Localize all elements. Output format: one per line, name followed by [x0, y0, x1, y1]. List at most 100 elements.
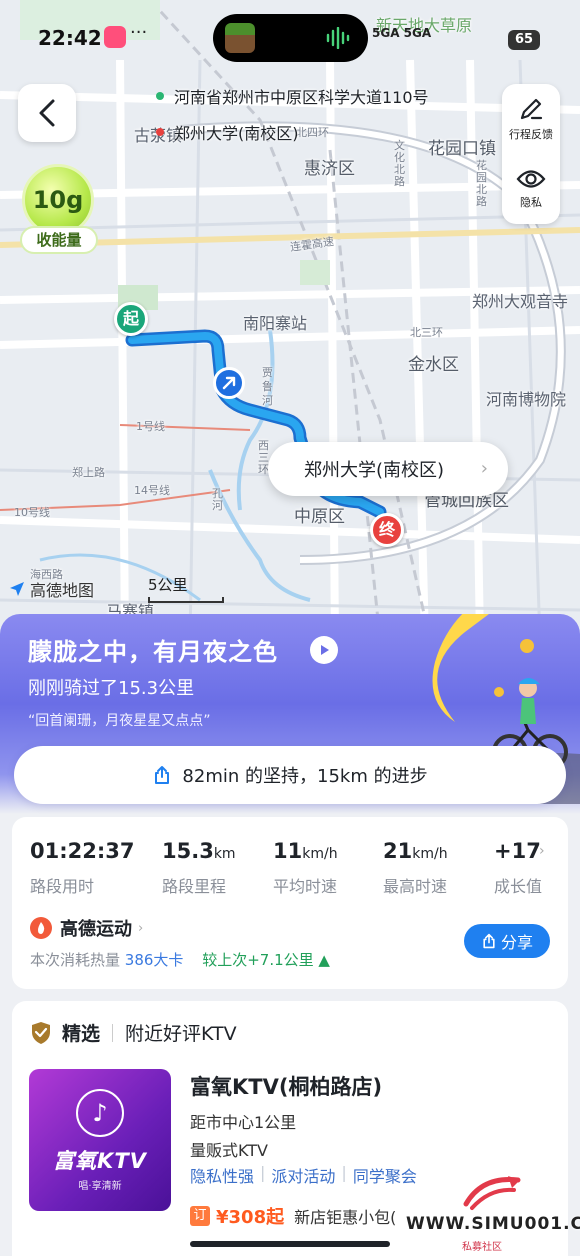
divider: |: [260, 1163, 266, 1182]
ktv-section-header: 精选 附近好评KTV: [30, 1019, 237, 1046]
map-scale: 5公里: [148, 574, 224, 603]
privacy-button[interactable]: 隐私: [502, 154, 560, 224]
start-dot-icon: [156, 92, 164, 100]
map-label: 10号线: [14, 506, 50, 519]
ktv-distance: 距市中心1公里: [190, 1113, 297, 1132]
stat-label: 平均时速: [273, 877, 338, 896]
trip-feedback-button[interactable]: 行程反馈: [502, 84, 560, 154]
chevron-right-icon[interactable]: ›: [539, 843, 545, 859]
gaode-sport-title: 高德运动: [60, 919, 132, 940]
route-summary: 河南省郑州市中原区科学大道110号 郑州大学(南校区): [150, 84, 480, 156]
stat-value: 21: [383, 839, 413, 863]
flame-icon: [30, 917, 52, 939]
navigation-arrow-icon: [10, 582, 24, 596]
eye-icon: [516, 170, 546, 188]
ktv-price: ¥308起: [216, 1207, 285, 1228]
stat-value: +17: [494, 839, 541, 863]
collect-energy-label: 收能量: [20, 226, 98, 254]
ktv-thumbnail[interactable]: ♪ 富氧KTV 唱·享清新: [29, 1069, 171, 1211]
network-indicator: 5GA 5GA: [372, 26, 432, 40]
section-title: 附近好评KTV: [125, 1023, 237, 1045]
edit-icon: [520, 98, 543, 120]
route-start-row: 河南省郑州市中原区科学大道110号: [150, 84, 480, 108]
share-icon: [155, 766, 170, 784]
watermark-sub: 私募社区: [462, 1242, 502, 1253]
map-view[interactable]: 新天地大草原 古荥镇 北四环 花园口镇 惠济区 文化北路 花园北路 连霍高速 南…: [0, 0, 580, 640]
map-label: 中原区: [294, 507, 345, 527]
ktv-type: 量贩式KTV: [190, 1141, 268, 1160]
destination-name: 郑州大学(南校区): [304, 460, 445, 481]
map-label: 花园北路: [476, 159, 487, 208]
calorie-prefix: 本次消耗热量: [30, 951, 121, 969]
map-logo: 高德地图: [8, 577, 94, 601]
route-end-row: 郑州大学(南校区): [150, 120, 480, 144]
music-note-icon: ♪: [76, 1088, 124, 1137]
stat-label: 成长值: [494, 877, 543, 896]
map-label: 北三环: [410, 326, 443, 339]
stat-duration: 01:22:37 路段用时: [30, 839, 134, 897]
map-scale-label: 5公里: [148, 576, 188, 594]
map-scale-bar: [148, 597, 224, 603]
ktv-deal-desc: 新店钜惠小包(: [294, 1208, 397, 1227]
chevron-right-icon: ›: [480, 458, 488, 479]
stat-avg-speed: 11km/h 平均时速: [273, 839, 338, 897]
start-pin[interactable]: 起: [114, 302, 148, 336]
map-label: 孔河: [212, 487, 223, 512]
map-label: 金水区: [408, 355, 459, 375]
map-label: 南阳寨站: [243, 314, 308, 333]
arrow-icon: [222, 376, 236, 390]
stat-value: 11: [273, 839, 303, 863]
banner-title: 朦胧之中，有月夜之色: [28, 638, 278, 666]
map-label: 惠济区: [304, 159, 355, 179]
game-icon: [225, 23, 255, 53]
back-button[interactable]: [18, 84, 76, 142]
map-label: 河南博物院: [486, 390, 567, 409]
direction-marker: [213, 367, 245, 399]
side-toolbar: 行程反馈 隐私: [502, 84, 560, 224]
banner-subtitle: 刚刚骑过了15.3公里: [28, 678, 195, 699]
more-dots-icon: ···: [130, 22, 148, 43]
app-icon: [104, 26, 126, 48]
share-achievement-label: 82min 的坚持，15km 的进步: [182, 766, 428, 787]
stat-value: 01:22:37: [30, 839, 135, 863]
share-achievement-button[interactable]: 82min 的坚持，15km 的进步: [14, 746, 566, 804]
ktv-tags: 隐私性强 | 派对活动 | 同学聚会: [190, 1163, 417, 1187]
share-icon: [483, 933, 495, 949]
ktv-slogan-text: 唱·享清新: [78, 1180, 122, 1192]
ktv-name[interactable]: 富氧KTV(桐柏路店): [190, 1071, 382, 1101]
stat-growth[interactable]: +17 成长值: [494, 839, 542, 897]
stat-label: 最高时速: [383, 877, 448, 896]
ktv-deal[interactable]: 订 ¥308起 新店钜惠小包(: [190, 1203, 396, 1229]
watermark-text: WWW.SIMU001.CN: [406, 1214, 580, 1234]
stat-label: 路段用时: [30, 877, 95, 896]
end-pin[interactable]: 终: [370, 513, 404, 547]
section-tag: 精选: [62, 1023, 101, 1045]
divider: |: [341, 1163, 347, 1182]
audio-wave-icon: [326, 27, 350, 49]
home-indicator[interactable]: [190, 1241, 390, 1247]
route-end-text: 郑州大学(南校区): [174, 124, 299, 143]
play-button[interactable]: [310, 636, 338, 664]
share-button[interactable]: 分享: [464, 924, 550, 958]
gaode-sport-link[interactable]: 高德运动 ›: [30, 915, 143, 941]
banner-quote: “回首阑珊，月夜星星又点点”: [28, 713, 211, 729]
chevron-right-icon: ›: [138, 920, 144, 936]
energy-widget[interactable]: 10g 收能量: [20, 164, 98, 254]
stat-unit: km: [213, 846, 236, 862]
calorie-row: 本次消耗热量 386大卡 较上次+7.1公里 ▲: [30, 949, 330, 970]
ktv-brand-text: 富氧KTV: [53, 1148, 147, 1173]
stat-distance: 15.3km 路段里程: [162, 839, 236, 897]
map-label: 贾鲁河: [262, 366, 273, 407]
stat-label: 路段里程: [162, 877, 227, 896]
ktv-tag: 隐私性强: [190, 1167, 255, 1186]
stat-max-speed: 21km/h 最高时速: [383, 839, 448, 897]
destination-bubble[interactable]: 郑州大学(南校区) ›: [268, 442, 508, 496]
map-logo-text: 高德地图: [30, 581, 95, 600]
map-label: 郑上路: [72, 466, 105, 479]
battery-icon: 65: [508, 30, 540, 50]
status-bar: 22:42 ··· 5GA 5GA 65: [0, 14, 580, 62]
trip-feedback-label: 行程反馈: [509, 128, 553, 141]
map-label: 14号线: [134, 484, 170, 497]
watermark: WWW.SIMU001.CN 私募社区: [400, 1168, 580, 1256]
stat-value: 15.3: [162, 839, 214, 863]
